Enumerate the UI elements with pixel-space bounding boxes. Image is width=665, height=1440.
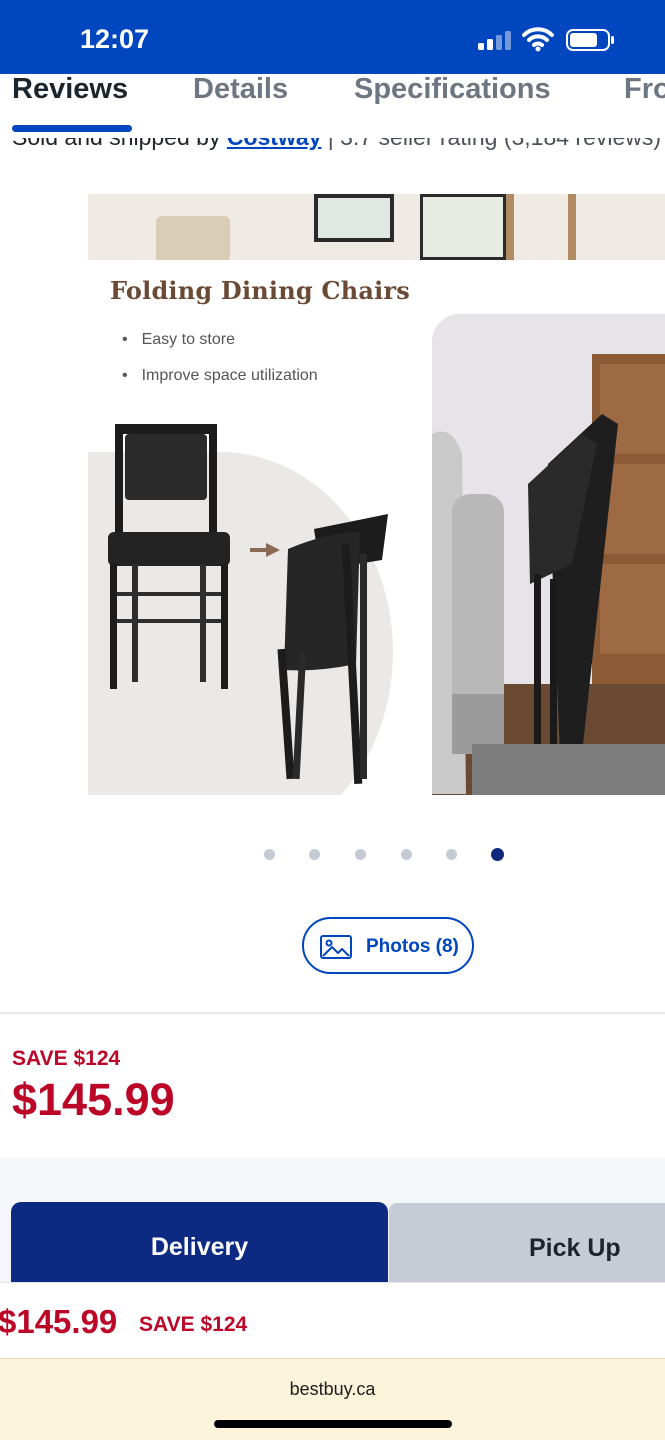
carousel-dot-active[interactable] (491, 848, 504, 861)
tab-details[interactable]: Details (193, 74, 288, 104)
seller-info: Sold and shipped by Costway | 3.7 seller… (0, 138, 665, 158)
bullet-item: Improve space utilization (122, 367, 318, 385)
delivery-tab[interactable]: Delivery (11, 1202, 388, 1282)
wall-frame (314, 194, 394, 242)
photos-button-label: Photos (8) (366, 936, 459, 957)
active-tab-indicator (12, 125, 132, 132)
chair-illustration (108, 424, 388, 785)
carousel-dot[interactable] (264, 849, 275, 860)
seller-prefix: Sold and shipped by (12, 138, 227, 150)
home-indicator[interactable] (214, 1420, 452, 1428)
lifestyle-photo (432, 314, 665, 795)
carousel-dot[interactable] (401, 849, 412, 860)
seller-rating: | 3.7 seller rating (3,184 reviews) (321, 138, 661, 150)
tab-from-the-manufacturer[interactable]: Fro (624, 74, 665, 104)
save-amount: SAVE $124 (12, 1047, 121, 1070)
url-text[interactable]: bestbuy.ca (0, 1379, 665, 1400)
status-bar: 12:07 (0, 0, 665, 74)
seller-link[interactable]: Costway (227, 138, 322, 150)
sticky-price-bar: $145.99 SAVE $124 (0, 1282, 665, 1358)
product-tabs: Reviews Details Specifications Fro (0, 74, 665, 138)
product-image[interactable]: Folding Dining Chairs Easy to store Impr… (88, 194, 665, 795)
tab-reviews[interactable]: Reviews (12, 74, 128, 104)
carousel-dot[interactable] (309, 849, 320, 860)
product-price: $145.99 (12, 1074, 175, 1125)
photos-button[interactable]: Photos (8) (302, 917, 474, 974)
carousel-dot[interactable] (355, 849, 366, 860)
tab-specifications[interactable]: Specifications (354, 74, 551, 104)
ladder-decor (506, 194, 576, 260)
arrow-right-icon (250, 543, 280, 557)
status-time: 12:07 (80, 24, 150, 54)
battery-icon (566, 29, 614, 51)
section-divider (0, 1012, 665, 1014)
wall-frame (420, 194, 506, 260)
image-icon (320, 935, 352, 959)
product-image-bullets: Easy to store Improve space utilization (122, 331, 318, 403)
wifi-icon (522, 27, 554, 52)
sticky-save-amount: SAVE $124 (139, 1313, 248, 1336)
lifestyle-strip (88, 194, 665, 260)
pickup-tab[interactable]: Pick Up (389, 1203, 665, 1282)
basket-decor (156, 216, 230, 260)
cellular-signal-icon (478, 30, 514, 50)
sticky-price: $145.99 (0, 1303, 118, 1340)
product-page: 12:07 Reviews Details Specifications Fro (0, 0, 665, 1440)
bullet-item: Easy to store (122, 331, 318, 349)
browser-url-bar[interactable]: bestbuy.ca (0, 1358, 665, 1440)
delivery-tab-label: Delivery (150, 1233, 249, 1261)
product-image-title: Folding Dining Chairs (110, 276, 410, 305)
pickup-tab-label: Pick Up (529, 1234, 621, 1262)
carousel-dot[interactable] (446, 849, 457, 860)
